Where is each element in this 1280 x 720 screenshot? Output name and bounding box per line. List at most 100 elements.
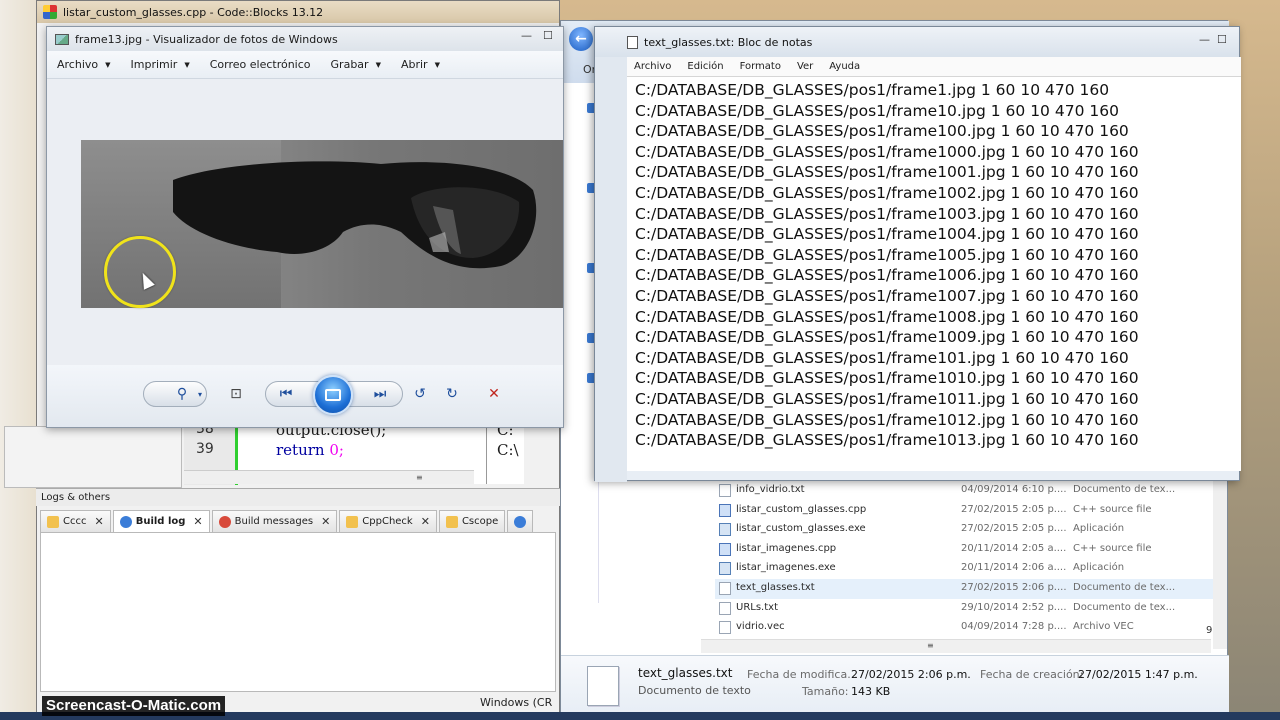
menu-edicion[interactable]: Edición <box>687 61 723 72</box>
list-item[interactable]: URLs.txt 29/10/2014 2:52 p.... Documento… <box>715 599 1213 619</box>
minimize-button[interactable]: — <box>1199 33 1210 46</box>
text-line: C:/DATABASE/DB_GLASSES/pos1/frame1012.jp… <box>635 410 1139 429</box>
notepad-title: text_glasses.txt: Bloc de notas <box>644 35 813 49</box>
list-item[interactable]: info_vidrio.txt 04/09/2014 6:10 p.... Do… <box>715 481 1213 501</box>
tab-label: Cccc <box>63 516 87 527</box>
menu-archivo[interactable]: Archivo <box>634 61 671 72</box>
close-icon[interactable]: ✕ <box>321 515 330 528</box>
close-icon[interactable]: ✕ <box>421 515 430 528</box>
cppcheck-icon <box>346 515 359 528</box>
list-item[interactable]: listar_custom_glasses.cpp 27/02/2015 2:0… <box>715 501 1213 521</box>
photo-viewer-title: frame13.jpg - Visualizador de fotos de W… <box>75 32 338 46</box>
delete-button[interactable]: ✕ <box>483 383 505 405</box>
list-item[interactable]: listar_imagenes.exe 20/11/2014 2:06 a...… <box>715 559 1213 579</box>
next-icon: ⏭ <box>373 386 387 402</box>
maximize-button[interactable]: ☐ <box>543 29 553 42</box>
notepad-icon <box>627 35 638 49</box>
tab-overflow[interactable] <box>507 510 534 532</box>
file-type: Aplicación <box>1073 562 1125 574</box>
photo-viewer-window: frame13.jpg - Visualizador de fotos de W… <box>46 26 564 428</box>
notepad-text-area[interactable]: C:/DATABASE/DB_GLASSES/pos1/frame1.jpg 1… <box>627 77 1241 471</box>
cpp-file-icon <box>719 503 731 517</box>
menu-ver[interactable]: Ver <box>797 61 813 72</box>
notepad-titlebar: text_glasses.txt: Bloc de notas <box>595 27 1239 57</box>
scroll-grip-icon: ≡ <box>416 473 423 482</box>
file-list-vertical-scrollbar[interactable] <box>1213 481 1227 649</box>
file-list-horizontal-scrollbar[interactable]: ≡ <box>701 639 1211 653</box>
list-item[interactable]: vidrio.vec 04/09/2014 7:28 p.... Archivo… <box>715 618 1213 638</box>
menu-label: Abrir <box>400 58 428 71</box>
text-line: C:/DATABASE/DB_GLASSES/pos1/frame1013.jp… <box>635 431 1139 450</box>
editor-horizontal-scrollbar[interactable]: ≡ <box>184 470 474 484</box>
file-date: 20/11/2014 2:05 a.... <box>961 542 1067 554</box>
build-messages-icon <box>218 515 231 528</box>
menu-abrir[interactable]: Abrir ▼ <box>401 58 440 71</box>
minimize-button[interactable]: — <box>521 29 532 42</box>
tab-label: Build log <box>135 516 186 527</box>
text-line: C:/DATABASE/DB_GLASSES/pos1/frame1001.jp… <box>635 163 1139 182</box>
rotate-right-button[interactable]: ↻ <box>441 383 463 405</box>
size-label: Tamaño: <box>802 685 849 698</box>
menu-label: Grabar <box>330 58 369 71</box>
photo-viewer-menubar: Archivo ▼ Imprimir ▼ Correo electrónico Gr… <box>47 51 563 79</box>
previous-button[interactable]: ⏮ <box>275 383 297 405</box>
back-button[interactable]: ← <box>569 27 593 51</box>
zoom-dropdown-button[interactable]: ▾ <box>189 383 211 405</box>
file-date: 29/10/2014 2:52 p.... <box>961 601 1067 613</box>
menu-ayuda[interactable]: Ayuda <box>829 61 860 72</box>
details-file-name: text_glasses.txt <box>638 666 733 680</box>
tab-cppcheck[interactable]: CppCheck ✕ <box>339 510 437 532</box>
actual-size-button[interactable]: ⊡ <box>225 383 247 405</box>
column-fragment: 9 <box>1206 625 1213 636</box>
text-line: C:/DATABASE/DB_GLASSES/pos1/frame1.jpg 1… <box>635 81 1110 99</box>
tab-build-log[interactable]: Build log ✕ <box>112 510 210 532</box>
window-frame <box>595 57 627 482</box>
text-line: C:/DATABASE/DB_GLASSES/pos1/frame1007.jp… <box>635 286 1139 305</box>
menu-grabar[interactable]: Grabar ▼ <box>331 58 381 71</box>
file-name: vidrio.vec <box>736 621 785 633</box>
logs-panel-header: Logs & others <box>36 488 560 506</box>
tab-build-messages[interactable]: Build messages ✕ <box>211 510 338 532</box>
text-line: C:/DATABASE/DB_GLASSES/pos1/frame1011.jp… <box>635 389 1139 408</box>
photo-canvas[interactable] <box>47 79 563 365</box>
modified-value: 27/02/2015 2:06 p.m. <box>851 668 971 681</box>
close-icon[interactable]: ✕ <box>94 515 103 528</box>
line-number: 39 <box>196 441 214 457</box>
menu-label: Correo electrónico <box>209 58 311 71</box>
list-item[interactable]: listar_custom_glasses.exe 27/02/2015 2:0… <box>715 520 1213 540</box>
text-line: C:/DATABASE/DB_GLASSES/pos1/frame1003.jp… <box>635 204 1139 223</box>
photo-viewer-toolbar: ⚲ ▾ ⊡ ⏮ ⏭ ↺ ↻ ✕ <box>47 365 563 427</box>
next-button[interactable]: ⏭ <box>369 383 391 405</box>
code-line: 39 return 0; <box>184 441 520 461</box>
codeblocks-management-pane <box>4 426 182 488</box>
chevron-down-icon: ▼ <box>434 60 440 69</box>
tab-label: Cscope <box>461 516 499 527</box>
menu-archivo[interactable]: Archivo ▼ <box>57 58 111 71</box>
text-line: C:/DATABASE/DB_GLASSES/pos1/frame1004.jp… <box>635 225 1139 244</box>
chevron-down-icon: ▼ <box>375 60 381 69</box>
tab-cccc[interactable]: Cccc ✕ <box>40 510 111 532</box>
file-icon <box>719 621 731 635</box>
maximize-button[interactable]: ☐ <box>1217 33 1227 46</box>
rotate-cw-icon: ↻ <box>446 386 458 402</box>
details-file-type: Documento de texto <box>638 684 751 697</box>
list-item-selected[interactable]: text_glasses.txt 27/02/2015 2:06 p.... D… <box>715 578 1213 599</box>
menu-label: Imprimir <box>130 58 178 71</box>
tab-label: CppCheck <box>362 516 413 527</box>
menu-imprimir[interactable]: Imprimir ▼ <box>131 58 190 71</box>
file-date: 04/09/2014 7:28 p.... <box>961 621 1067 633</box>
file-date: 27/02/2015 2:05 p.... <box>961 523 1067 535</box>
slideshow-button[interactable] <box>313 375 353 415</box>
close-icon[interactable]: ✕ <box>193 515 202 528</box>
menu-formato[interactable]: Formato <box>740 61 781 72</box>
file-type: Documento de tex... <box>1073 484 1176 495</box>
text-file-icon <box>719 484 731 497</box>
rotate-left-button[interactable]: ↺ <box>409 383 431 405</box>
list-item[interactable]: listar_imagenes.cpp 20/11/2014 2:05 a...… <box>715 540 1213 560</box>
rotate-ccw-icon: ↺ <box>414 386 426 402</box>
details-pane: text_glasses.txt Documento de texto Fech… <box>561 655 1229 720</box>
tab-cscope[interactable]: Cscope <box>438 510 506 532</box>
menu-correo[interactable]: Correo electrónico <box>210 58 311 71</box>
file-name: listar_imagenes.cpp <box>736 542 837 554</box>
keyword-return: return <box>276 441 325 459</box>
